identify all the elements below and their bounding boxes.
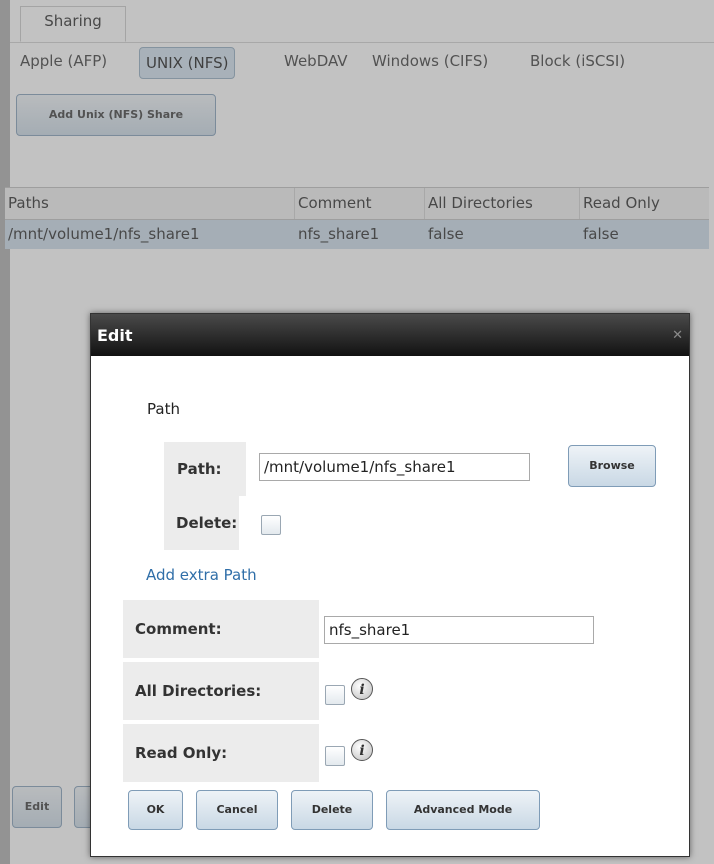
- info-icon[interactable]: i: [351, 678, 373, 700]
- advanced-mode-button[interactable]: Advanced Mode: [386, 790, 540, 830]
- all-directories-checkbox[interactable]: [325, 685, 345, 705]
- ok-button[interactable]: OK: [128, 790, 183, 830]
- read-only-label: Read Only:: [123, 724, 319, 782]
- all-directories-label: All Directories:: [123, 662, 319, 720]
- close-icon[interactable]: ✕: [672, 314, 683, 358]
- path-input[interactable]: /mnt/volume1/nfs_share1: [259, 453, 530, 481]
- path-fieldset-legend: Path: [147, 400, 180, 418]
- dialog-title: Edit: [97, 326, 133, 345]
- cancel-button[interactable]: Cancel: [196, 790, 278, 830]
- delete-path-label: Delete:: [164, 496, 239, 550]
- delete-button[interactable]: Delete: [291, 790, 373, 830]
- delete-path-checkbox[interactable]: [261, 515, 281, 535]
- read-only-checkbox[interactable]: [325, 746, 345, 766]
- dialog-titlebar: Edit ✕: [91, 314, 689, 356]
- browse-button[interactable]: Browse: [568, 445, 656, 487]
- path-label: Path:: [164, 442, 246, 496]
- add-extra-path-link[interactable]: Add extra Path: [146, 566, 257, 584]
- comment-label: Comment:: [123, 600, 319, 658]
- comment-input[interactable]: nfs_share1: [324, 616, 594, 644]
- info-icon[interactable]: i: [351, 739, 373, 761]
- edit-dialog: Edit ✕ Path Path: /mnt/volume1/nfs_share…: [90, 313, 690, 857]
